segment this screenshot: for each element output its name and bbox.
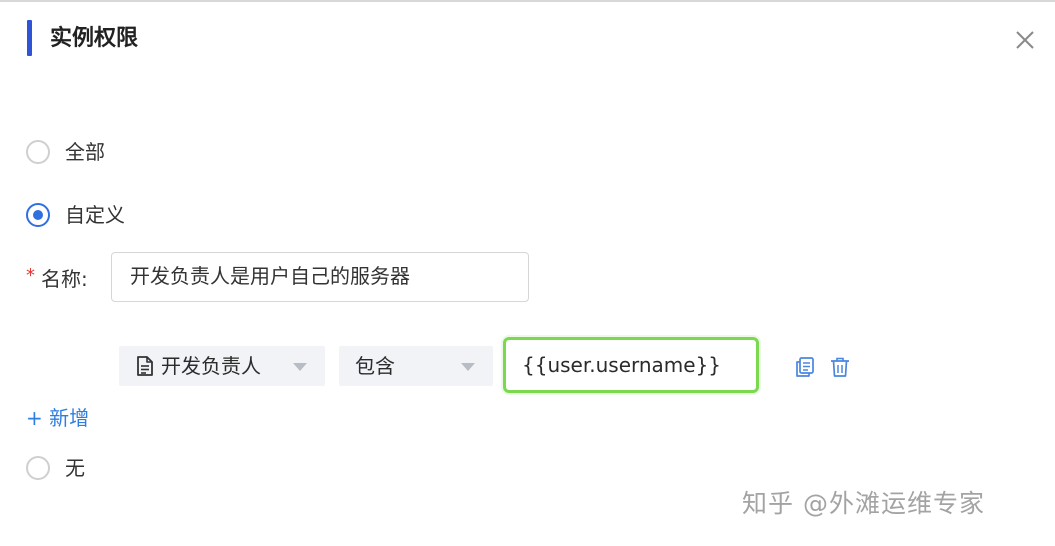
field-select[interactable]: 开发负责人	[119, 346, 325, 386]
required-mark: *	[26, 264, 35, 286]
radio-none[interactable]	[26, 456, 50, 480]
instance-permission-dialog: 实例权限 全部 自定义 * 名称: 开发负责人是用户自己的服务器 开发负责人 包…	[0, 0, 1055, 546]
radio-all[interactable]	[26, 140, 50, 164]
radio-all-label: 全部	[65, 140, 105, 164]
operator-select[interactable]: 包含	[339, 346, 493, 386]
close-icon[interactable]	[1012, 27, 1038, 53]
radio-option-all[interactable]: 全部	[26, 138, 105, 166]
watermark: 知乎 @外滩运维专家	[742, 489, 985, 518]
add-rule-link[interactable]: + 新增	[26, 404, 89, 432]
dialog-title: 实例权限	[50, 26, 139, 51]
copy-icon[interactable]	[794, 356, 816, 378]
name-label: 名称:	[41, 266, 88, 291]
operator-select-value: 包含	[355, 354, 395, 378]
document-icon	[137, 356, 153, 376]
chevron-down-icon	[461, 363, 475, 371]
radio-option-custom[interactable]: 自定义	[26, 201, 125, 229]
trash-icon[interactable]	[829, 356, 851, 378]
name-field-label-group: * 名称:	[26, 252, 88, 302]
top-border	[0, 0, 1055, 2]
radio-custom-label: 自定义	[65, 203, 125, 227]
title-accent-bar	[27, 20, 32, 56]
rule-value-input[interactable]: {{user.username}}	[503, 337, 759, 393]
radio-none-label: 无	[65, 456, 85, 480]
name-input[interactable]: 开发负责人是用户自己的服务器	[111, 252, 529, 302]
radio-option-none[interactable]: 无	[26, 454, 85, 482]
radio-custom[interactable]	[26, 203, 50, 227]
chevron-down-icon	[293, 363, 307, 371]
field-select-value: 开发负责人	[161, 354, 261, 378]
